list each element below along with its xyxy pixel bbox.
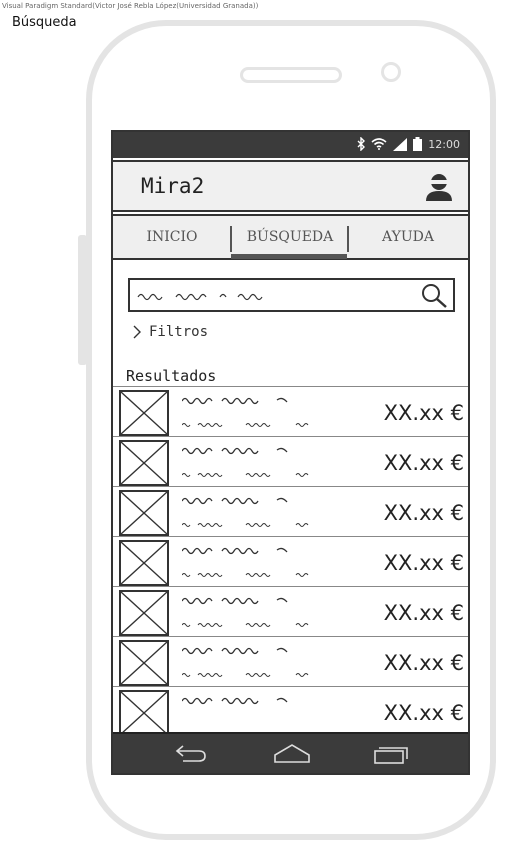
- item-subtitle-scribble: [182, 673, 309, 677]
- item-title-scribble: [182, 547, 288, 555]
- phone-camera: [381, 62, 401, 82]
- filters-label: Filtros: [149, 324, 209, 340]
- results-title: Resultados: [126, 367, 217, 385]
- signal-icon: [393, 137, 408, 151]
- image-placeholder-icon: [119, 390, 169, 436]
- item-price: XX.xx €: [383, 651, 464, 675]
- image-placeholder-icon: [119, 640, 169, 686]
- image-placeholder-icon: [119, 690, 169, 736]
- search-input[interactable]: [128, 278, 455, 312]
- navigation-bar: [113, 732, 468, 773]
- status-bar: 12:00: [113, 132, 468, 158]
- phone-screen: 12:00 Mira2 INICIO BÚSQUEDA AYUDA Filtro…: [111, 130, 470, 775]
- chevron-right-icon: [133, 325, 141, 339]
- item-subtitle-scribble: [182, 573, 309, 577]
- item-price: XX.xx €: [383, 551, 464, 575]
- tab-bar: INICIO BÚSQUEDA AYUDA: [113, 214, 468, 260]
- app-title: Mira2: [141, 174, 205, 198]
- tab-ayuda[interactable]: AYUDA: [349, 216, 467, 258]
- list-item[interactable]: XX.xx €: [113, 436, 468, 486]
- item-subtitle-scribble: [182, 473, 309, 477]
- tool-credit: Visual Paradigm Standard(Victor José Reb…: [2, 2, 259, 10]
- search-placeholder-scribble: [137, 293, 263, 301]
- tab-inicio[interactable]: INICIO: [113, 216, 231, 258]
- page-label: Búsqueda: [12, 15, 77, 30]
- image-placeholder-icon: [119, 490, 169, 536]
- item-title-scribble: [182, 447, 288, 455]
- recent-apps-icon[interactable]: [373, 742, 411, 766]
- user-icon[interactable]: [424, 172, 454, 206]
- item-subtitle-scribble: [182, 423, 309, 427]
- item-title-scribble: [182, 597, 288, 605]
- back-icon[interactable]: [173, 742, 209, 766]
- phone-speaker: [240, 67, 342, 83]
- status-time: 12:00: [428, 137, 460, 151]
- item-title-scribble: [182, 497, 288, 505]
- image-placeholder-icon: [119, 540, 169, 586]
- item-subtitle-scribble: [182, 523, 309, 527]
- tab-busqueda[interactable]: BÚSQUEDA: [231, 216, 349, 258]
- home-icon[interactable]: [273, 742, 311, 766]
- list-item[interactable]: XX.xx €: [113, 586, 468, 636]
- item-title-scribble: [182, 397, 288, 405]
- item-price: XX.xx €: [383, 601, 464, 625]
- battery-icon: [413, 137, 423, 151]
- list-item[interactable]: XX.xx €: [113, 486, 468, 536]
- bluetooth-icon: [357, 137, 366, 151]
- wifi-icon: [371, 138, 387, 150]
- list-item[interactable]: XX.xx €: [113, 536, 468, 586]
- app-bar: Mira2: [113, 160, 468, 212]
- filters-toggle[interactable]: Filtros: [133, 324, 208, 340]
- image-placeholder-icon: [119, 590, 169, 636]
- item-price: XX.xx €: [383, 401, 464, 425]
- active-tab-indicator: [231, 254, 347, 259]
- item-price: XX.xx €: [383, 451, 464, 475]
- list-item[interactable]: XX.xx €: [113, 636, 468, 686]
- image-placeholder-icon: [119, 440, 169, 486]
- item-price: XX.xx €: [383, 701, 464, 725]
- item-subtitle-scribble: [182, 623, 309, 627]
- list-item[interactable]: XX.xx €: [113, 386, 468, 436]
- item-title-scribble: [182, 647, 288, 655]
- item-title-scribble: [182, 697, 288, 705]
- list-item[interactable]: XX.xx €: [113, 686, 468, 736]
- search-icon[interactable]: [419, 282, 449, 310]
- item-price: XX.xx €: [383, 501, 464, 525]
